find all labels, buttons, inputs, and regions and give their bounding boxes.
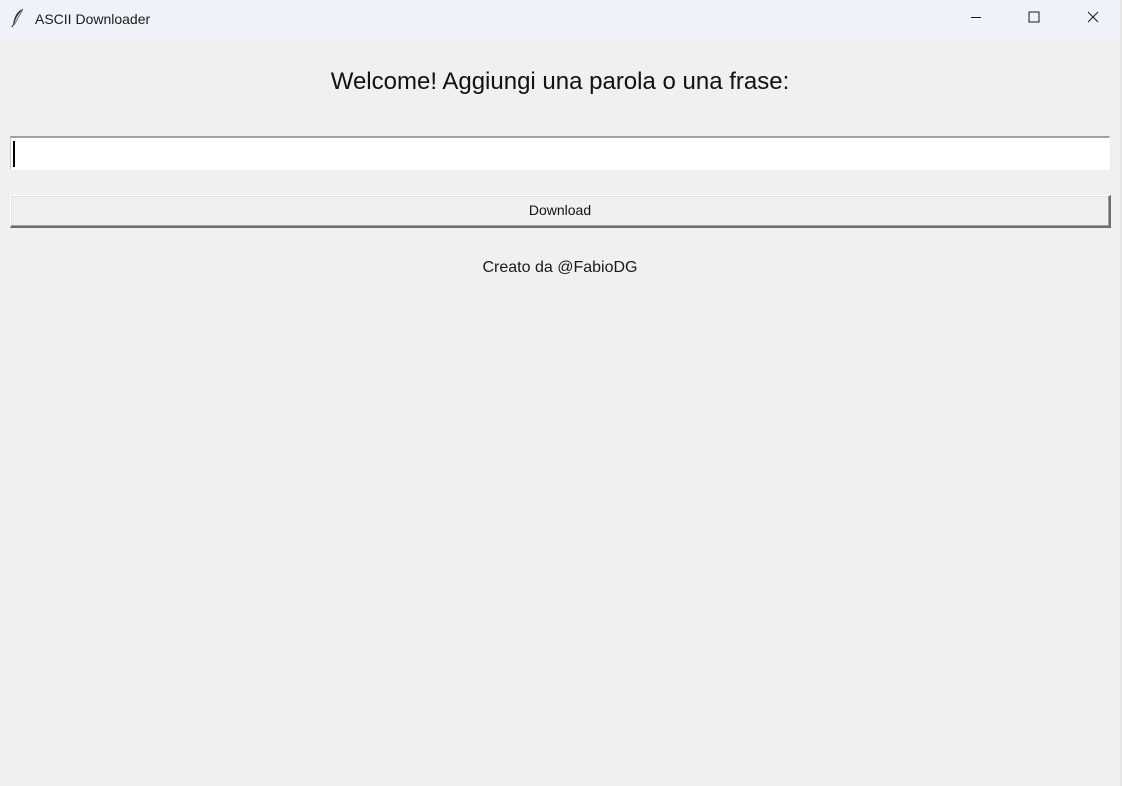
text-caret <box>13 141 15 167</box>
download-button[interactable]: Download <box>10 195 1111 228</box>
maximize-button[interactable] <box>1005 0 1063 38</box>
main-content: Welcome! Aggiungi una parola o una frase… <box>0 38 1122 786</box>
app-window: ASCII Downloader Welcome! Aggiungi una p… <box>0 0 1122 786</box>
credit-label: Creato da @FabioDG <box>482 259 638 276</box>
window-title: ASCII Downloader <box>35 11 151 27</box>
phrase-input[interactable] <box>10 136 1110 170</box>
close-icon <box>1087 10 1099 28</box>
maximize-icon <box>1028 10 1040 28</box>
minimize-button[interactable] <box>947 0 1005 38</box>
minimize-icon <box>970 10 982 28</box>
close-button[interactable] <box>1064 0 1122 38</box>
welcome-label: Welcome! Aggiungi una parola o una frase… <box>330 68 790 95</box>
feather-icon <box>10 8 26 28</box>
title-bar[interactable]: ASCII Downloader <box>0 0 1122 38</box>
